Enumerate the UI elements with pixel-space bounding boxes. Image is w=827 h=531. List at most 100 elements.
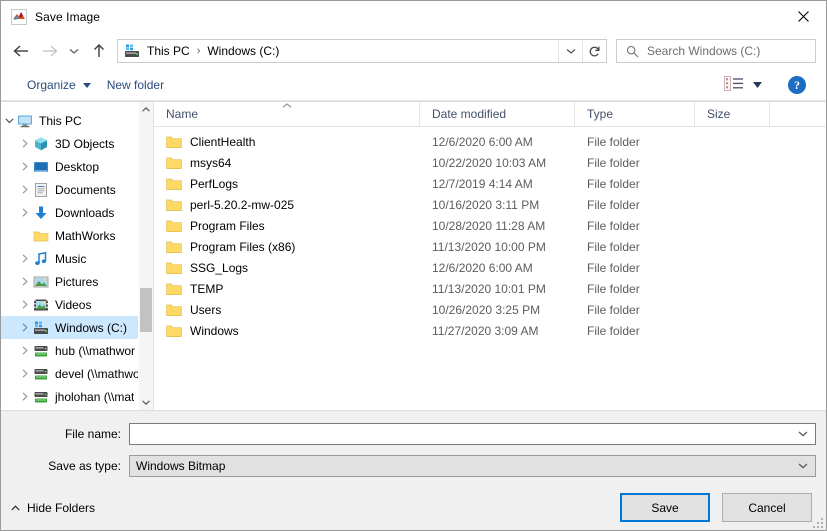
table-row[interactable]: Program Files (x86) 11/13/2020 10:00 PM … bbox=[154, 236, 826, 257]
chevron-right-icon[interactable] bbox=[17, 251, 33, 267]
tree-item-mathworks[interactable]: MathWorks bbox=[1, 224, 153, 247]
file-name-field[interactable] bbox=[129, 423, 816, 445]
tree-label: 3D Objects bbox=[55, 136, 115, 151]
tree-item-music[interactable]: Music bbox=[1, 247, 153, 270]
chevron-down-icon[interactable] bbox=[791, 456, 815, 476]
chevron-right-icon[interactable] bbox=[17, 297, 33, 313]
forward-arrow-icon bbox=[35, 37, 63, 65]
tree-scrollbar-thumb[interactable] bbox=[140, 287, 152, 333]
file-type-cell: File folder bbox=[587, 218, 640, 233]
table-row[interactable]: perl-5.20.2-mw-025 10/16/2020 3:11 PM Fi… bbox=[154, 194, 826, 215]
refresh-icon[interactable] bbox=[582, 40, 606, 62]
file-name: TEMP bbox=[190, 281, 224, 296]
table-row[interactable]: SSG_Logs 12/6/2020 6:00 AM File folder bbox=[154, 257, 826, 278]
file-name: PerfLogs bbox=[190, 176, 239, 191]
breadcrumb-windows-c[interactable]: Windows (C:) bbox=[205, 44, 281, 58]
save-as-type-select[interactable]: Windows Bitmap bbox=[129, 455, 816, 477]
file-name-cell: msys64 bbox=[154, 156, 420, 170]
folder-icon bbox=[33, 228, 49, 244]
file-name: SSG_Logs bbox=[190, 260, 249, 275]
chevron-right-icon[interactable] bbox=[17, 136, 33, 152]
close-button[interactable] bbox=[780, 1, 826, 31]
file-date-cell: 11/13/2020 10:01 PM bbox=[432, 281, 546, 296]
up-arrow-icon[interactable] bbox=[85, 37, 113, 65]
tree-item-3d-objects[interactable]: 3D Objects bbox=[1, 132, 153, 155]
column-header-date-modified[interactable]: Date modified bbox=[420, 102, 575, 126]
search-input[interactable]: Search Windows (C:) bbox=[616, 39, 816, 63]
column-header-type[interactable]: Type bbox=[575, 102, 695, 126]
address-bar[interactable]: This PC › Windows (C:) bbox=[117, 39, 607, 63]
tree-label: This PC bbox=[39, 113, 82, 128]
tree-item-hub-network-drive[interactable]: hub (\\mathwor bbox=[1, 339, 153, 362]
chevron-right-icon[interactable] bbox=[17, 205, 33, 221]
tree-item-documents[interactable]: Documents bbox=[1, 178, 153, 201]
tree-item-this-pc[interactable]: This PC bbox=[1, 109, 153, 132]
scroll-up-icon[interactable] bbox=[139, 102, 153, 117]
tree-label: hub (\\mathwor bbox=[55, 343, 136, 358]
chevron-right-icon[interactable] bbox=[17, 343, 33, 359]
tree-scrollbar-track[interactable] bbox=[139, 117, 153, 395]
tree-item-downloads[interactable]: Downloads bbox=[1, 201, 153, 224]
column-header-size[interactable]: Size bbox=[695, 102, 770, 126]
navigation-bar: This PC › Windows (C:) Search Windows (C… bbox=[1, 32, 826, 70]
tree-item-jholohan-network-drive[interactable]: jholohan (\\mat bbox=[1, 385, 153, 408]
file-type-cell: File folder bbox=[587, 155, 640, 170]
file-type-cell: File folder bbox=[587, 323, 640, 338]
hide-folders-label: Hide Folders bbox=[27, 500, 96, 515]
table-row[interactable]: Program Files 10/28/2020 11:28 AM File f… bbox=[154, 215, 826, 236]
folder-icon bbox=[166, 177, 182, 191]
folder-icon bbox=[166, 198, 182, 212]
caret-up-icon bbox=[11, 504, 20, 511]
file-name-cell: ClientHealth bbox=[154, 135, 420, 149]
file-name: Program Files bbox=[190, 218, 265, 233]
resize-grip[interactable] bbox=[811, 516, 823, 528]
breadcrumb-this-pc[interactable]: This PC bbox=[145, 44, 192, 58]
chevron-down-icon[interactable] bbox=[791, 424, 815, 444]
file-name-cell: Program Files (x86) bbox=[154, 240, 420, 254]
new-folder-button[interactable]: New folder bbox=[99, 73, 172, 97]
hide-folders-button[interactable]: Hide Folders bbox=[11, 501, 95, 515]
column-header-label: Name bbox=[166, 107, 199, 121]
tree-item-devel-network-drive[interactable]: devel (\\mathwo bbox=[1, 362, 153, 385]
address-chevron-down-icon[interactable] bbox=[558, 40, 582, 62]
command-bar: Organize New folder ? bbox=[1, 70, 826, 101]
tree-item-pictures[interactable]: Pictures bbox=[1, 270, 153, 293]
chevron-right-icon[interactable] bbox=[17, 274, 33, 290]
window-title: Save Image bbox=[35, 9, 101, 24]
save-button[interactable]: Save bbox=[620, 493, 710, 522]
back-arrow-icon[interactable] bbox=[7, 37, 35, 65]
chevron-down-icon[interactable] bbox=[1, 113, 17, 129]
table-row[interactable]: ClientHealth 12/6/2020 6:00 AM File fold… bbox=[154, 131, 826, 152]
chevron-right-icon[interactable] bbox=[17, 366, 33, 382]
chevron-right-icon[interactable] bbox=[17, 320, 33, 336]
history-chevron-down-icon[interactable] bbox=[63, 37, 85, 65]
tree-scrollbar[interactable] bbox=[138, 102, 153, 410]
tree-item-videos[interactable]: Videos bbox=[1, 293, 153, 316]
tree-item-desktop[interactable]: Desktop bbox=[1, 155, 153, 178]
column-header-name[interactable]: Name bbox=[154, 102, 420, 126]
file-name: Users bbox=[190, 302, 222, 317]
file-date-cell: 12/6/2020 6:00 AM bbox=[432, 134, 533, 149]
scroll-down-icon[interactable] bbox=[139, 395, 153, 410]
tree-label: jholohan (\\mat bbox=[55, 389, 135, 404]
help-icon[interactable]: ? bbox=[788, 76, 806, 94]
search-icon bbox=[626, 45, 639, 58]
table-row[interactable]: Users 10/26/2020 3:25 PM File folder bbox=[154, 299, 826, 320]
view-layout-button[interactable] bbox=[720, 73, 766, 97]
tree-item-windows-c[interactable]: Windows (C:) bbox=[1, 316, 153, 339]
chevron-right-icon[interactable] bbox=[17, 159, 33, 175]
table-row[interactable]: TEMP 11/13/2020 10:01 PM File folder bbox=[154, 278, 826, 299]
file-list-pane: Name Date modified Type Size ClientHealt… bbox=[154, 102, 826, 410]
organize-button[interactable]: Organize bbox=[19, 73, 99, 97]
file-name-cell: perl-5.20.2-mw-025 bbox=[154, 198, 420, 212]
file-date-cell: 11/27/2020 3:09 AM bbox=[432, 323, 539, 338]
drive-icon bbox=[33, 320, 49, 336]
chevron-right-icon[interactable] bbox=[17, 182, 33, 198]
table-row[interactable]: msys64 10/22/2020 10:03 AM File folder bbox=[154, 152, 826, 173]
cancel-button[interactable]: Cancel bbox=[722, 493, 812, 522]
table-row[interactable]: Windows 11/27/2020 3:09 AM File folder bbox=[154, 320, 826, 341]
table-row[interactable]: PerfLogs 12/7/2019 4:14 AM File folder bbox=[154, 173, 826, 194]
chevron-right-icon[interactable] bbox=[17, 389, 33, 405]
file-type-cell: File folder bbox=[587, 239, 640, 254]
folder-icon bbox=[166, 240, 182, 254]
